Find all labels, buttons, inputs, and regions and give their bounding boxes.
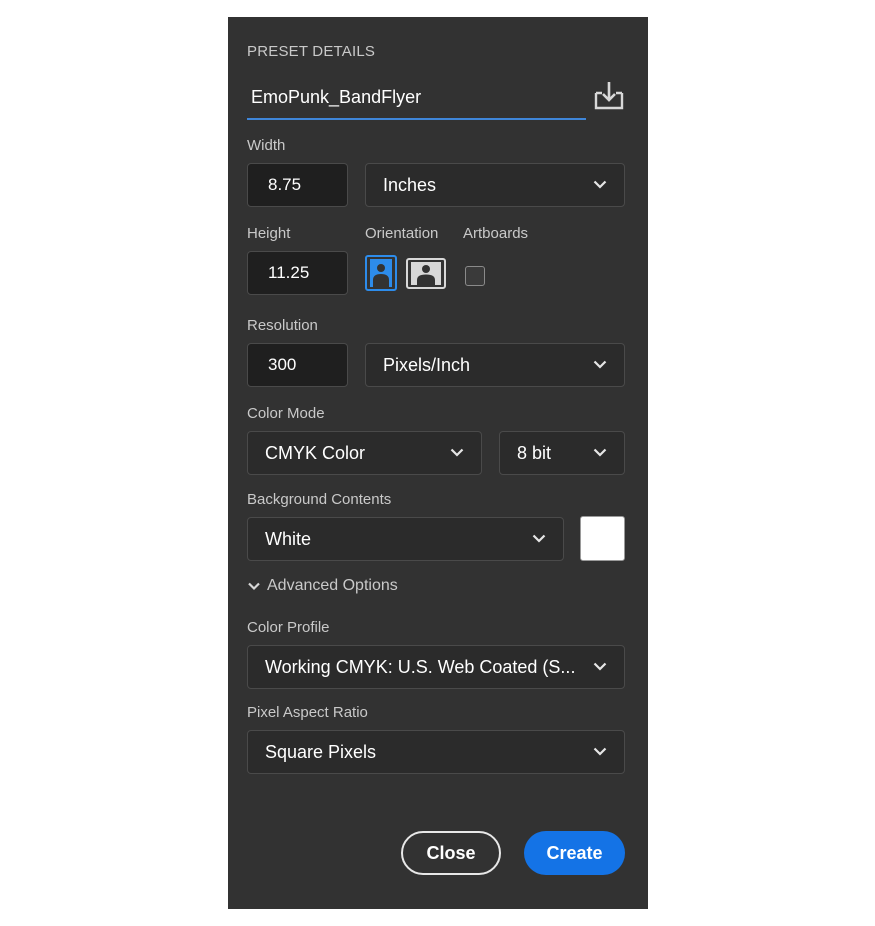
width-label: Width: [247, 137, 286, 154]
chevron-down-icon: [532, 534, 546, 543]
orientation-label: Orientation: [365, 225, 439, 242]
bit-depth-value: 8 bit: [517, 442, 552, 463]
portrait-icon: [370, 259, 392, 287]
chevron-down-icon: [450, 448, 464, 457]
color-profile-value: Working CMYK: U.S. Web Coated (S...: [265, 656, 575, 677]
artboards-checkbox[interactable]: [465, 266, 485, 286]
chevron-down-icon: [248, 582, 260, 591]
resolution-unit-dropdown[interactable]: Pixels/Inch: [365, 343, 625, 387]
advanced-options-label: Advanced Options: [267, 577, 398, 594]
resolution-label: Resolution: [247, 317, 318, 334]
width-unit-value: Inches: [383, 174, 437, 195]
landscape-icon: [411, 262, 441, 285]
background-contents-value: White: [265, 528, 312, 549]
color-mode-label: Color Mode: [247, 405, 325, 422]
chevron-down-icon: [593, 448, 607, 457]
pixel-aspect-ratio-label: Pixel Aspect Ratio: [247, 704, 368, 721]
chevron-down-icon: [593, 180, 607, 189]
preset-name-text: EmoPunk_BandFlyer: [251, 87, 422, 107]
chevron-down-icon: [593, 747, 607, 756]
advanced-options-toggle[interactable]: Advanced Options: [247, 576, 398, 596]
height-label: Height: [247, 225, 291, 242]
artboards-label: Artboards: [463, 225, 529, 242]
background-contents-label: Background Contents: [247, 491, 392, 508]
chevron-down-icon: [593, 360, 607, 369]
new-document-preset-panel: PRESET DETAILS EmoPunk_BandFlyer Width 8…: [228, 17, 648, 909]
close-button[interactable]: Close: [401, 831, 501, 875]
input-underline: [247, 118, 586, 120]
width-unit-dropdown[interactable]: Inches: [365, 163, 625, 207]
color-profile-label: Color Profile: [247, 619, 330, 636]
background-contents-dropdown[interactable]: White: [247, 517, 564, 561]
color-profile-dropdown[interactable]: Working CMYK: U.S. Web Coated (S...: [247, 645, 625, 689]
pixel-aspect-ratio-dropdown[interactable]: Square Pixels: [247, 730, 625, 774]
landscape-orientation-button[interactable]: [406, 258, 446, 289]
preset-name-input[interactable]: EmoPunk_BandFlyer: [247, 81, 587, 120]
section-title: PRESET DETAILS: [247, 43, 376, 60]
height-input[interactable]: 11.25: [247, 251, 348, 295]
save-preset-icon[interactable]: [592, 80, 626, 112]
background-color-swatch[interactable]: [580, 516, 625, 561]
color-mode-dropdown[interactable]: CMYK Color: [247, 431, 482, 475]
resolution-unit-value: Pixels/Inch: [383, 354, 471, 375]
bit-depth-dropdown[interactable]: 8 bit: [499, 431, 625, 475]
portrait-orientation-button[interactable]: [365, 255, 397, 291]
width-input[interactable]: 8.75: [247, 163, 348, 207]
pixel-aspect-ratio-value: Square Pixels: [265, 741, 377, 762]
resolution-input[interactable]: 300: [247, 343, 348, 387]
color-mode-value: CMYK Color: [265, 442, 366, 463]
chevron-down-icon: [593, 662, 607, 671]
create-button[interactable]: Create: [524, 831, 625, 875]
